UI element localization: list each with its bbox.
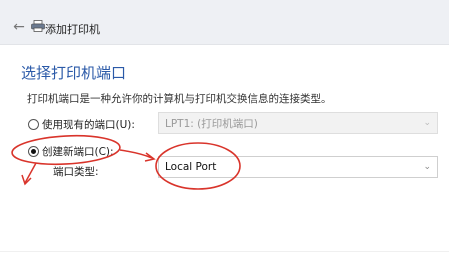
existing-port-value: LPT1: (打印机端口) (165, 117, 258, 130)
printer-icon (31, 20, 45, 32)
create-new-port-label[interactable]: 创建新端口(C): (42, 144, 114, 159)
use-existing-port-radio[interactable] (28, 119, 39, 130)
page-heading: 选择打印机端口 (21, 64, 127, 82)
annotation-arrow-down (24, 162, 37, 184)
create-new-port-radio[interactable] (28, 146, 39, 157)
back-arrow-icon[interactable]: ← (8, 18, 30, 36)
chevron-down-icon: ⌄ (423, 118, 431, 128)
existing-port-select[interactable]: LPT1: (打印机端口) ⌄ (158, 112, 438, 134)
port-type-value: Local Port (165, 161, 217, 173)
annotation-arrowhead-right (144, 152, 156, 162)
chevron-down-icon: ⌄ (423, 162, 431, 172)
annotation-arrowhead-down (21, 174, 32, 186)
use-existing-port-label[interactable]: 使用现有的端口(U): (42, 117, 135, 132)
title-bar: ← 添加打印机 (0, 0, 449, 45)
window-title: 添加打印机 (45, 23, 100, 36)
port-type-label: 端口类型: (53, 166, 99, 178)
port-type-select[interactable]: Local Port ⌄ (158, 156, 438, 178)
page-description: 打印机端口是一种允许你的计算机与打印机交换信息的连接类型。 (27, 93, 332, 105)
annotation-arrow-right (119, 149, 153, 159)
footer-divider (0, 251, 449, 252)
